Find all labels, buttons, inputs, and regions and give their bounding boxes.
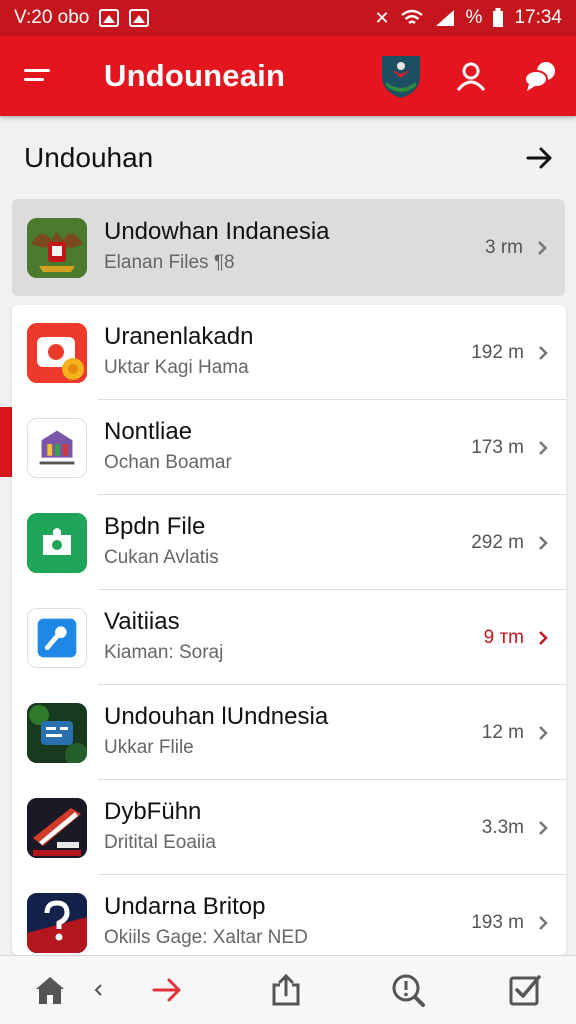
list-item[interactable]: Uranenlakadn Uktar Kagi Hama 192 m (12, 305, 566, 400)
menu-button[interactable] (0, 36, 76, 116)
section-title: Undouhan (24, 142, 154, 173)
home-icon (36, 977, 64, 1004)
item-size: 3 rm (485, 236, 523, 258)
list-item[interactable]: Undowhan Indanesia Elanan Files ¶8 3 rm (12, 200, 565, 295)
chevron-right-icon (538, 240, 547, 255)
item-title: Bpdn File (104, 513, 206, 540)
signal-icon (435, 10, 454, 26)
item-subtitle: Uktar Kagi Hama (104, 357, 249, 378)
profile-button[interactable] (436, 36, 506, 116)
status-time: 17:34 (514, 7, 562, 28)
item-title: Undowhan Indanesia (104, 218, 330, 245)
share-button[interactable] (261, 966, 311, 1014)
status-left: V:20 obo (14, 7, 150, 29)
item-subtitle: Okiils Gage: Xaltar NED (104, 927, 308, 948)
chevron-right-icon (539, 535, 548, 550)
flag-app-icon (27, 797, 87, 858)
chevron-right-icon (539, 345, 548, 360)
item-subtitle: Ukkar Flile (104, 737, 194, 758)
app-title: Undouneain (104, 58, 286, 93)
status-right: ✕ % 17:34 (374, 7, 562, 29)
chat-app-icon (27, 702, 87, 763)
item-subtitle: Ochan Boamar (104, 452, 232, 473)
left-edge-accent (0, 407, 12, 477)
item-size: 173 m (471, 436, 524, 458)
chevron-right-icon (539, 630, 548, 645)
wifi-icon (400, 9, 423, 24)
item-size: 193 m (471, 911, 524, 933)
item-size: 192 m (471, 341, 524, 363)
question-app-icon (27, 892, 87, 953)
item-size: 3.3m (481, 816, 524, 838)
list-item[interactable]: Undouhan lUndnesia Ukkar Flile 12 m (12, 685, 566, 780)
share-icon (272, 973, 300, 1006)
list-item[interactable]: DybFühn Dritital Eoaiia 3.3m (12, 780, 566, 875)
item-size: 9 тm (483, 626, 524, 648)
item-subtitle: Kiaman: Soraj (104, 642, 224, 663)
forward-button[interactable] (142, 966, 192, 1014)
list-item[interactable]: Bpdn File Cukan Avlatis 292 m (12, 495, 566, 590)
section-header: Undouhan (0, 116, 576, 200)
garuda-emblem-icon (27, 217, 87, 278)
back-button[interactable] (76, 966, 120, 1014)
building-app-icon (27, 417, 87, 478)
emblem-button[interactable] (366, 36, 436, 116)
profile-icon (456, 62, 486, 91)
blue-tool-icon (27, 607, 87, 668)
battery-icon (493, 8, 504, 27)
item-title: Undarna Britop (104, 893, 266, 920)
chevron-right-icon (539, 820, 548, 835)
list-item-highlighted[interactable]: Undowhan Indanesia Elanan Files ¶8 3 rm (12, 199, 565, 296)
garuda-shield-icon (382, 56, 420, 98)
back-chevron-icon (94, 984, 102, 996)
chat-icon (524, 62, 555, 91)
green-puzzle-icon (27, 512, 87, 573)
download-list: Uranenlakadn Uktar Kagi Hama 192 m Nontl… (12, 305, 566, 955)
mute-icon: ✕ (374, 8, 390, 28)
list-item[interactable]: Vaitiias Kiaman: Soraj 9 тm (12, 590, 566, 685)
item-subtitle: Elanan Files ¶8 (104, 252, 235, 273)
downloads-button[interactable] (500, 966, 550, 1014)
chat-button[interactable] (506, 36, 576, 116)
search-button[interactable] (383, 966, 433, 1014)
arrow-right-icon[interactable] (526, 146, 554, 170)
item-subtitle: Dritital Eoaiia (104, 832, 216, 853)
item-title: Nontliae (104, 418, 193, 445)
menu-icon (24, 69, 50, 81)
chevron-right-icon (539, 915, 548, 930)
battery-percent: % (465, 7, 483, 28)
status-left-text: V:20 obo (14, 7, 90, 28)
chevron-right-icon (539, 440, 548, 455)
item-title: Uranenlakadn (104, 323, 254, 350)
item-size: 12 m (481, 721, 524, 743)
item-size: 292 m (471, 531, 524, 553)
search-icon (392, 974, 425, 1007)
list-item[interactable]: Nontliae Ochan Boamar 173 m (12, 400, 566, 495)
photo-notification-icon (129, 9, 150, 27)
item-subtitle: Cukan Avlatis (104, 547, 219, 568)
forward-arrow-icon (152, 978, 181, 1002)
chevron-right-icon (539, 725, 548, 740)
home-button[interactable] (25, 966, 75, 1014)
image-notification-icon (99, 9, 120, 27)
item-title: Vaitiias (104, 608, 180, 635)
item-title: DybFühn (104, 798, 202, 825)
bottom-nav (0, 955, 576, 1024)
checkbox-icon (509, 975, 541, 1006)
list-item[interactable]: Undarna Britop Okiils Gage: Xaltar NED 1… (12, 875, 566, 955)
camera-app-icon (27, 322, 87, 383)
item-title: Undouhan lUndnesia (104, 703, 329, 730)
status-bar: V:20 obo ✕ % 17:34 (0, 0, 576, 36)
app-bar: Undouneain (0, 36, 576, 116)
